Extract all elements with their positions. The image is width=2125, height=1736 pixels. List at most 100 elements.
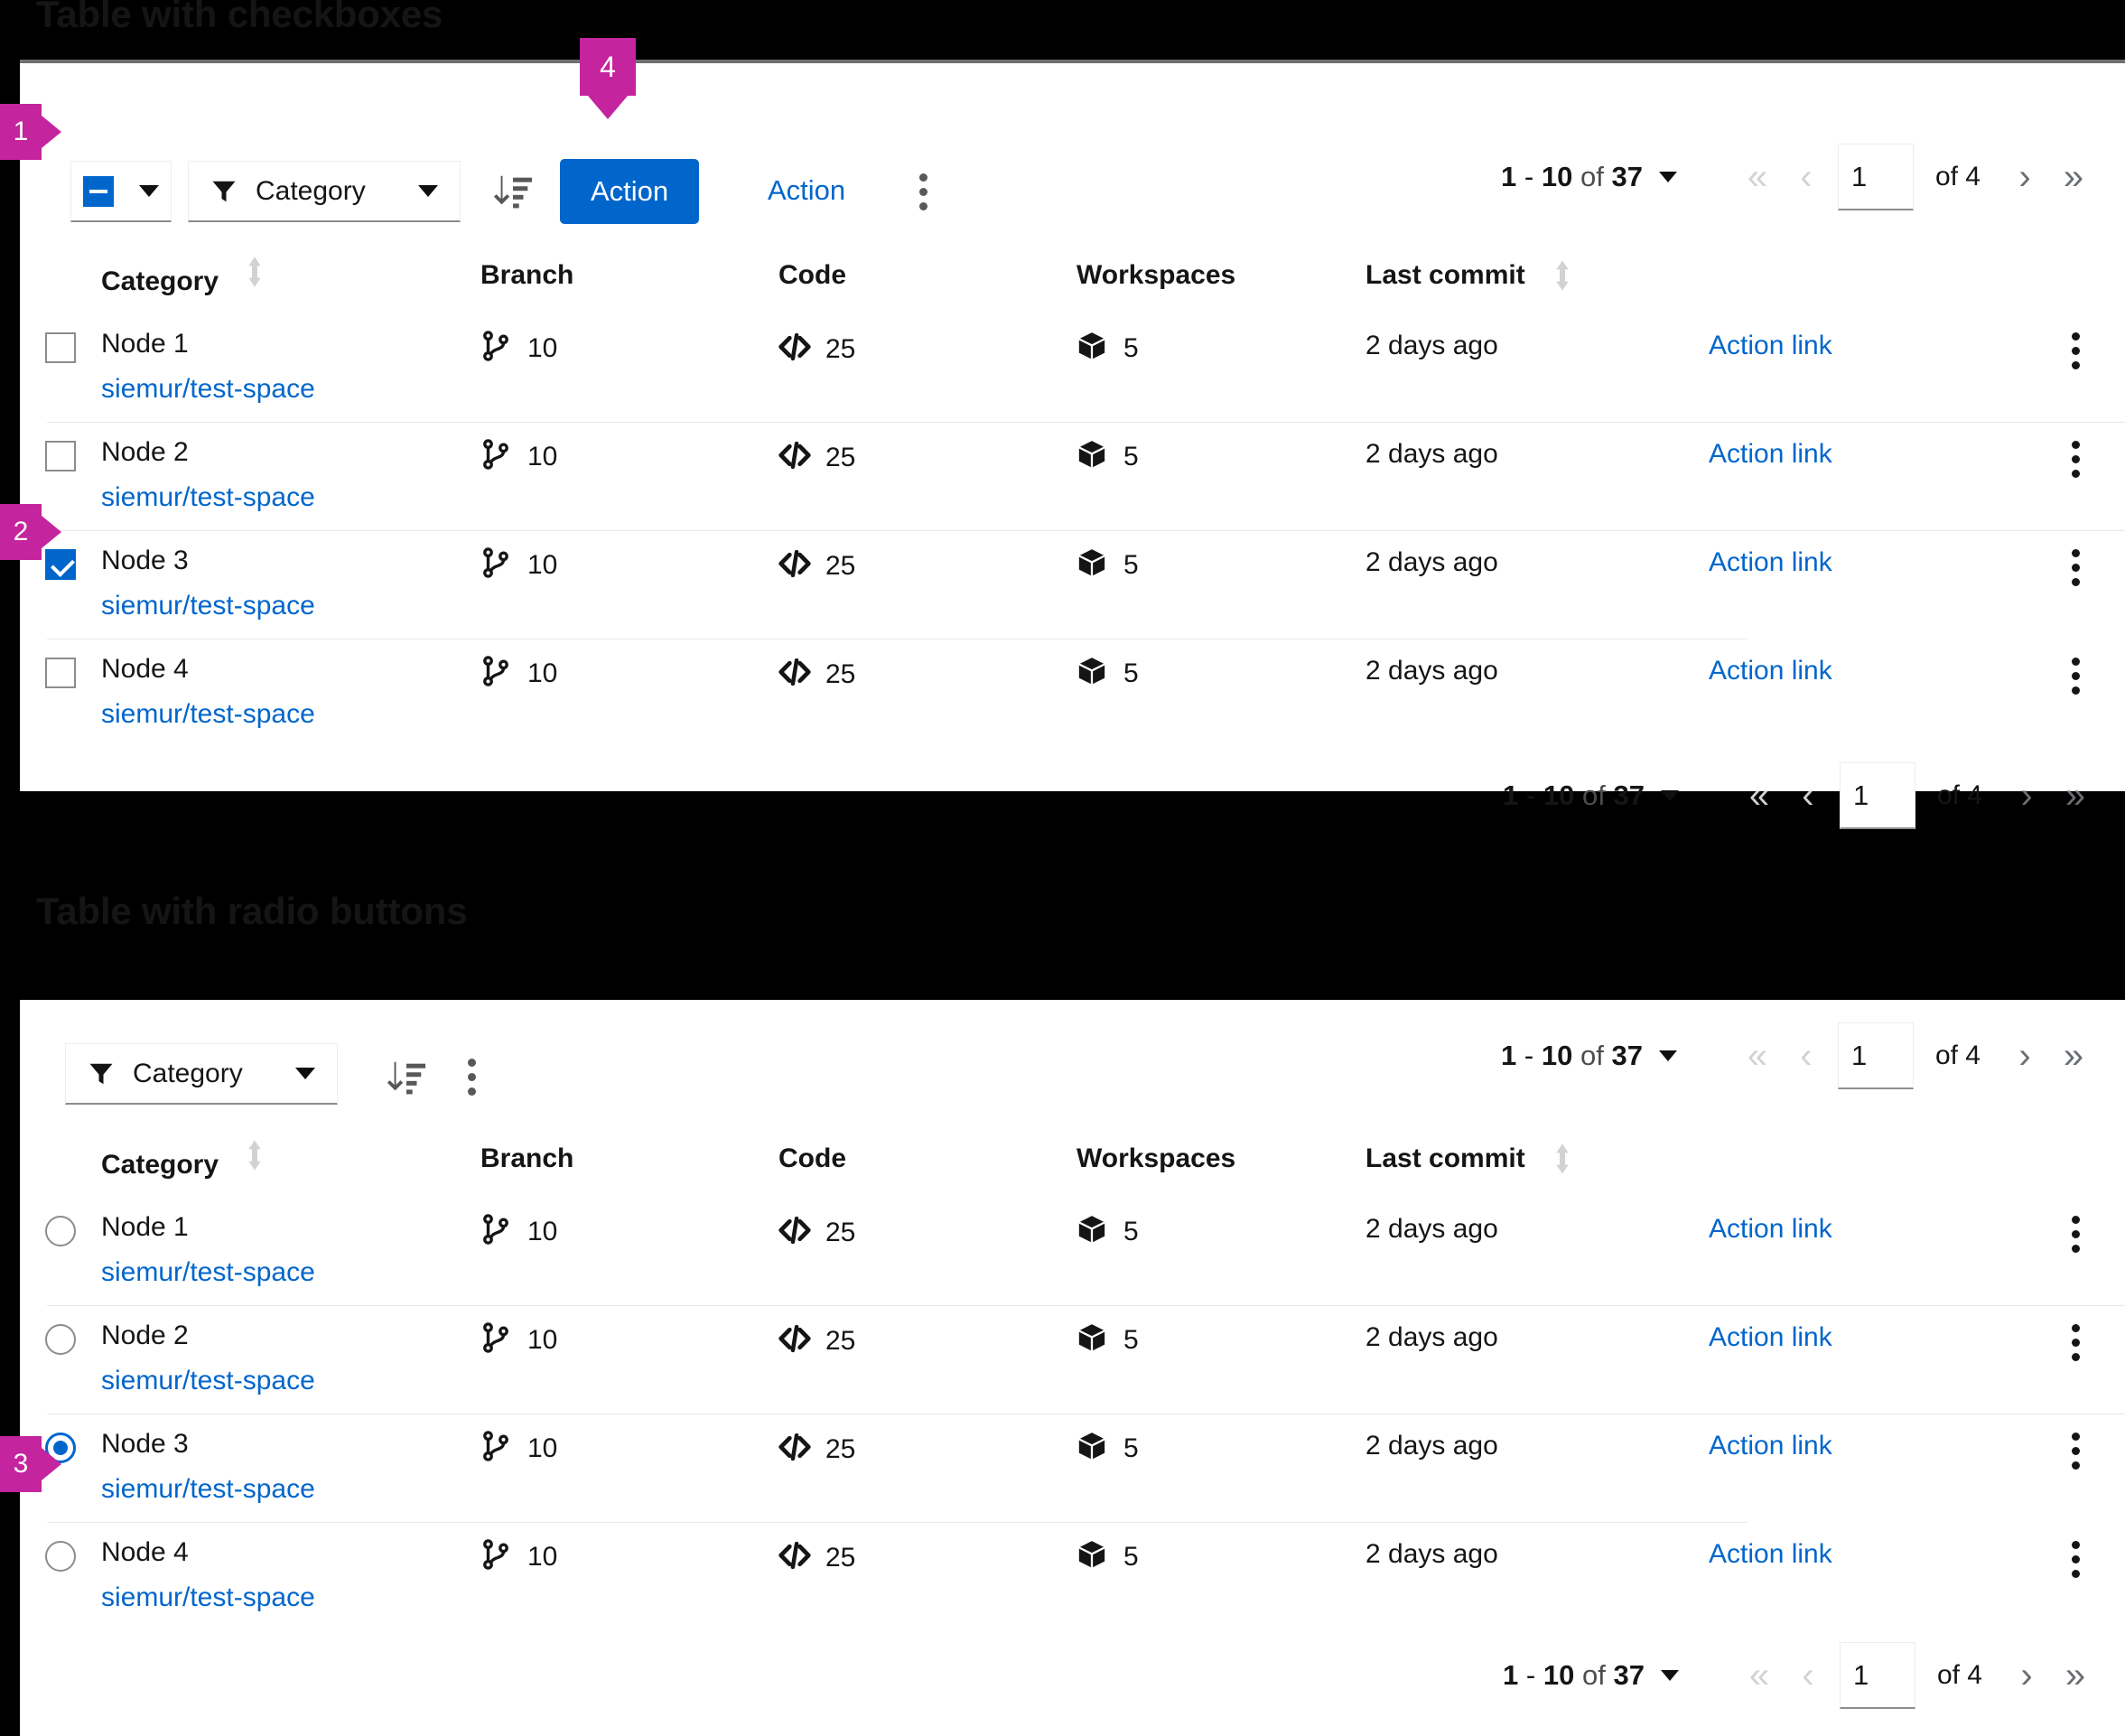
row-radio[interactable] <box>45 1216 76 1246</box>
sort-updown-icon[interactable] <box>247 1137 263 1173</box>
table-row[interactable]: Node 2 siemur/test-space 10 25 5 2 days ago Ac… <box>20 1306 2125 1414</box>
row-kebab-cell[interactable] <box>1943 1322 2125 1361</box>
row-repo-link[interactable]: siemur/test-space <box>101 593 315 620</box>
row-action-link[interactable]: Action link <box>1709 331 1832 360</box>
row-select-cell[interactable] <box>20 439 101 471</box>
pagination-next-icon[interactable]: › <box>2002 1648 2051 1703</box>
header-category[interactable]: Category <box>101 1137 480 1181</box>
row-repo-link[interactable]: siemur/test-space <box>101 1584 315 1611</box>
row-action-link[interactable]: Action link <box>1709 547 1832 577</box>
pagination-perpage-caret-icon[interactable] <box>1658 1050 1677 1061</box>
table-row[interactable]: Node 4 siemur/test-space 10 25 5 2 days ago Ac… <box>20 1523 2125 1631</box>
row-kebab-menu-icon[interactable] <box>2072 439 2080 478</box>
pagination-next-icon[interactable]: › <box>2000 1029 2049 1083</box>
category-filter-dropdown[interactable]: Category <box>188 161 461 222</box>
row-repo-link[interactable]: siemur/test-space <box>101 701 315 728</box>
code-icon <box>778 656 811 693</box>
table-row[interactable]: Node 1 siemur/test-space 10 25 5 2 days ago Ac… <box>20 314 2125 423</box>
header-last-commit[interactable]: Last commit <box>1365 1141 1709 1177</box>
checkbox-indeterminate-icon[interactable] <box>83 175 114 207</box>
row-kebab-menu-icon[interactable] <box>2072 1431 2080 1470</box>
pagination-first-icon[interactable]: « <box>1735 769 1784 823</box>
header-last-commit[interactable]: Last commit <box>1365 257 1709 294</box>
pagination-first-icon[interactable]: « <box>1735 1648 1784 1703</box>
pagination-prev-icon[interactable]: ‹ <box>1784 769 1832 823</box>
row-kebab-menu-icon[interactable] <box>2072 656 2080 695</box>
table-row[interactable]: Node 3 siemur/test-space 10 25 5 2 days ago Ac… <box>20 531 2125 639</box>
header-category[interactable]: Category <box>101 254 480 297</box>
row-checkbox[interactable] <box>45 332 76 363</box>
table-row[interactable]: Node 3 siemur/test-space 10 25 5 2 days ago Ac… <box>20 1414 2125 1523</box>
row-kebab-cell[interactable] <box>1943 1214 2125 1253</box>
pagination-perpage-caret-icon[interactable] <box>1658 172 1677 182</box>
pagination-page-input[interactable] <box>1837 1022 1914 1089</box>
table-row[interactable]: Node 4 siemur/test-space 10 25 5 2 days ago Ac… <box>20 639 2125 748</box>
radio-table: Category Branch Code Workspaces Last com… <box>20 1120 2125 1631</box>
row-repo-link[interactable]: siemur/test-space <box>101 1476 315 1503</box>
row-last-commit: 2 days ago <box>1365 547 1498 577</box>
pagination-page-input[interactable] <box>1839 1642 1915 1709</box>
sort-updown-icon[interactable] <box>1554 257 1570 294</box>
chevron-down-icon[interactable] <box>139 185 159 197</box>
row-kebab-cell[interactable] <box>1943 656 2125 695</box>
row-repo-link[interactable]: siemur/test-space <box>101 1367 315 1395</box>
row-action-link[interactable]: Action link <box>1709 1322 1832 1352</box>
row-kebab-cell[interactable] <box>1943 1431 2125 1470</box>
row-radio[interactable] <box>45 1541 76 1572</box>
bulk-select-checkbox[interactable] <box>70 161 172 222</box>
row-repo-link[interactable]: siemur/test-space <box>101 376 315 403</box>
row-kebab-menu-icon[interactable] <box>2072 1214 2080 1253</box>
row-repo-link[interactable]: siemur/test-space <box>101 484 315 511</box>
row-action-link[interactable]: Action link <box>1709 439 1832 469</box>
row-kebab-cell[interactable] <box>1943 331 2125 369</box>
row-kebab-menu-icon[interactable] <box>2072 1322 2080 1361</box>
row-kebab-menu-icon[interactable] <box>2072 331 2080 369</box>
row-kebab-cell[interactable] <box>1943 547 2125 586</box>
table-row[interactable]: Node 2 siemur/test-space 10 25 5 2 days ago Ac… <box>20 423 2125 531</box>
row-kebab-menu-icon[interactable] <box>2072 1539 2080 1578</box>
pagination-perpage-caret-icon[interactable] <box>1660 790 1679 801</box>
pagination-next-icon[interactable]: › <box>2000 150 2049 204</box>
row-select-cell[interactable] <box>20 656 101 688</box>
pagination-next-icon[interactable]: › <box>2002 769 2051 823</box>
chevron-down-icon[interactable] <box>295 1068 315 1079</box>
row-select-cell[interactable] <box>20 1214 101 1246</box>
pagination-page-input[interactable] <box>1837 144 1914 210</box>
row-repo-link[interactable]: siemur/test-space <box>101 1259 315 1286</box>
row-checkbox[interactable] <box>45 441 76 471</box>
row-action-link[interactable]: Action link <box>1709 1539 1832 1569</box>
pagination-last-icon[interactable]: » <box>2051 1648 2100 1703</box>
pagination-prev-icon[interactable]: ‹ <box>1782 150 1831 204</box>
row-select-cell[interactable] <box>20 1539 101 1572</box>
primary-action-button[interactable]: Action <box>560 159 700 224</box>
row-select-cell[interactable] <box>20 1322 101 1355</box>
pagination-prev-icon[interactable]: ‹ <box>1782 1029 1831 1083</box>
row-checkbox[interactable] <box>45 658 76 688</box>
sort-updown-icon[interactable] <box>1554 1141 1570 1177</box>
pagination-prev-icon[interactable]: ‹ <box>1784 1648 1832 1703</box>
pagination-perpage-caret-icon[interactable] <box>1660 1670 1679 1681</box>
row-kebab-cell[interactable] <box>1943 1539 2125 1578</box>
pagination-last-icon[interactable]: » <box>2051 769 2100 823</box>
chevron-down-icon[interactable] <box>418 185 438 197</box>
row-select-cell[interactable] <box>20 331 101 363</box>
row-kebab-cell[interactable] <box>1943 439 2125 478</box>
category-filter-dropdown-radio[interactable]: Category <box>65 1043 338 1105</box>
sort-amount-down-icon-radio[interactable] <box>381 1052 432 1103</box>
row-action-link[interactable]: Action link <box>1709 1214 1832 1244</box>
table-row[interactable]: Node 1 siemur/test-space 10 25 5 2 days ago Ac… <box>20 1198 2125 1306</box>
pagination-last-icon[interactable]: » <box>2049 150 2098 204</box>
pagination-first-icon[interactable]: « <box>1733 1029 1782 1083</box>
sort-updown-icon[interactable] <box>247 254 263 290</box>
pagination-last-icon[interactable]: » <box>2049 1029 2098 1083</box>
row-kebab-menu-icon[interactable] <box>2072 547 2080 586</box>
sort-amount-down-icon[interactable] <box>488 166 538 217</box>
secondary-action-link[interactable]: Action <box>762 173 851 208</box>
pagination-first-icon[interactable]: « <box>1733 150 1782 204</box>
row-action-link[interactable]: Action link <box>1709 656 1832 686</box>
toolbar-kebab-menu-icon-radio[interactable] <box>452 1047 491 1106</box>
row-radio[interactable] <box>45 1324 76 1355</box>
toolbar-kebab-menu-icon[interactable] <box>903 162 943 221</box>
row-action-link[interactable]: Action link <box>1709 1431 1832 1461</box>
pagination-page-input[interactable] <box>1839 762 1915 829</box>
